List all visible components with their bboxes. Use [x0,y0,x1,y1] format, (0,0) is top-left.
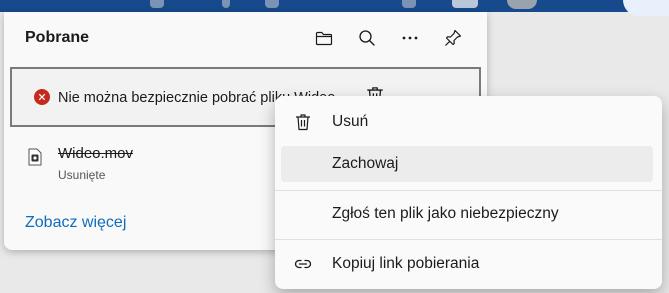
menu-item-copy-link[interactable]: Kopiuj link pobierania [281,246,653,282]
more-options-button[interactable] [396,24,424,52]
search-icon [359,30,375,46]
trash-icon [296,114,310,131]
error-icon [34,89,50,105]
menu-item-report-unsafe[interactable]: Zgłoś ten plik jako niebezpieczny [281,196,653,232]
toolbar-icon [265,0,279,8]
search-button[interactable] [353,24,381,52]
avatar[interactable] [507,0,537,9]
see-more-link[interactable]: Zobacz więcej [25,214,126,232]
copilot-icon[interactable] [623,0,669,16]
menu-item-label: Zgłoś ten plik jako niebezpieczny [332,205,559,222]
toolbar-icon [222,0,230,8]
menu-item-delete[interactable]: Usuń [281,104,653,140]
menu-divider [275,239,662,240]
video-file-icon [28,148,42,166]
toolbar-icon [402,0,416,8]
file-name: Wideo.mov [58,145,134,162]
menu-divider [275,190,662,191]
folder-icon [315,31,333,46]
context-menu: Usuń Zachowaj Zgłoś ten plik jako niebez… [275,96,662,289]
menu-item-keep[interactable]: Zachowaj [281,146,653,182]
more-icon [402,36,418,40]
downloads-toolbar-icon[interactable] [452,0,478,8]
pin-button[interactable] [439,24,467,52]
file-status: Usunięte [58,168,106,182]
toolbar-icon [150,0,164,8]
menu-item-label: Usuń [332,113,369,130]
browser-toolbar-strip [0,0,669,16]
open-folder-button[interactable] [310,24,338,52]
pin-icon [445,29,462,46]
menu-item-label: Zachowaj [332,155,399,172]
panel-title: Pobrane [25,29,90,46]
menu-item-label: Kopiuj link pobierania [332,255,480,272]
link-icon [294,259,312,269]
